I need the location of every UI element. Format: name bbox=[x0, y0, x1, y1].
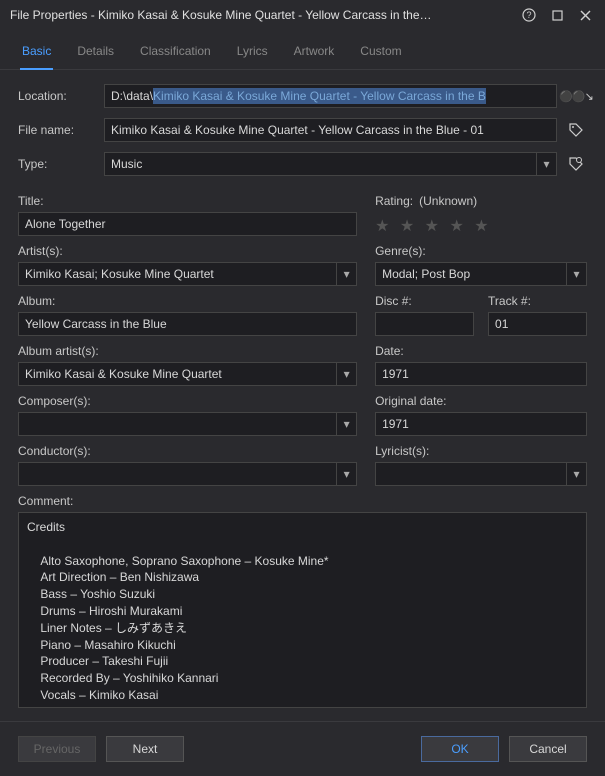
genres-input[interactable] bbox=[375, 262, 567, 286]
tab-artwork[interactable]: Artwork bbox=[292, 38, 337, 69]
album-label: Album: bbox=[18, 294, 357, 308]
conductors-input[interactable] bbox=[18, 462, 337, 486]
comment-label: Comment: bbox=[18, 494, 587, 508]
maximize-icon[interactable] bbox=[543, 3, 571, 27]
comment-textarea[interactable] bbox=[18, 512, 587, 708]
tab-custom[interactable]: Custom bbox=[358, 38, 403, 69]
svg-text:?: ? bbox=[526, 10, 531, 20]
lyricists-label: Lyricist(s): bbox=[375, 444, 587, 458]
composers-input[interactable] bbox=[18, 412, 337, 436]
album-artists-input[interactable] bbox=[18, 362, 337, 386]
help-icon[interactable]: ? bbox=[515, 3, 543, 27]
album-input[interactable] bbox=[18, 312, 357, 336]
rating-label: Rating: bbox=[375, 194, 413, 208]
tag-icon[interactable] bbox=[565, 119, 587, 141]
footer: Previous Next OK Cancel bbox=[0, 721, 605, 776]
title-label: Title: bbox=[18, 194, 357, 208]
conductors-combo[interactable]: ▾ bbox=[18, 462, 357, 486]
comment-section: Comment: bbox=[0, 494, 605, 711]
genres-combo[interactable]: ▾ bbox=[375, 262, 587, 286]
location-selected: Kimiko Kasai & Kosuke Mine Quartet - Yel… bbox=[153, 88, 486, 104]
album-artists-combo[interactable]: ▾ bbox=[18, 362, 357, 386]
album-artists-label: Album artist(s): bbox=[18, 344, 357, 358]
chevron-down-icon[interactable]: ▾ bbox=[567, 462, 587, 486]
original-date-label: Original date: bbox=[375, 394, 587, 408]
track-no-input[interactable] bbox=[488, 312, 587, 336]
cancel-button[interactable]: Cancel bbox=[509, 736, 587, 762]
location-prefix: D:\data\ bbox=[111, 89, 153, 103]
tab-details[interactable]: Details bbox=[75, 38, 116, 69]
composers-label: Composer(s): bbox=[18, 394, 357, 408]
tab-basic[interactable]: Basic bbox=[20, 38, 53, 70]
chevron-down-icon[interactable]: ▾ bbox=[337, 412, 357, 436]
close-icon[interactable] bbox=[571, 3, 599, 27]
type-combo[interactable]: ▾ bbox=[104, 152, 557, 176]
chevron-down-icon[interactable]: ▾ bbox=[337, 462, 357, 486]
filename-label: File name: bbox=[18, 123, 96, 137]
tag-settings-icon[interactable] bbox=[565, 153, 587, 175]
chevron-down-icon[interactable]: ▾ bbox=[337, 362, 357, 386]
titlebar: File Properties - Kimiko Kasai & Kosuke … bbox=[0, 0, 605, 30]
window-title: File Properties - Kimiko Kasai & Kosuke … bbox=[10, 8, 515, 22]
artists-label: Artist(s): bbox=[18, 244, 357, 258]
type-label: Type: bbox=[18, 157, 96, 171]
composers-combo[interactable]: ▾ bbox=[18, 412, 357, 436]
filename-input[interactable] bbox=[104, 118, 557, 142]
date-input[interactable] bbox=[375, 362, 587, 386]
ok-button[interactable]: OK bbox=[421, 736, 499, 762]
chevron-down-icon[interactable]: ▾ bbox=[567, 262, 587, 286]
tab-bar: Basic Details Classification Lyrics Artw… bbox=[0, 30, 605, 70]
disc-no-label: Disc #: bbox=[375, 294, 474, 308]
title-input[interactable] bbox=[18, 212, 357, 236]
rating-stars[interactable]: ★ ★ ★ ★ ★ bbox=[375, 216, 587, 236]
conductors-label: Conductor(s): bbox=[18, 444, 357, 458]
artists-combo[interactable]: ▾ bbox=[18, 262, 357, 286]
location-label: Location: bbox=[18, 89, 96, 103]
top-form: Location: D:\data\Kimiko Kasai & Kosuke … bbox=[0, 70, 605, 194]
track-no-label: Track #: bbox=[488, 294, 587, 308]
tab-lyrics[interactable]: Lyrics bbox=[235, 38, 270, 69]
type-input[interactable] bbox=[104, 152, 537, 176]
original-date-input[interactable] bbox=[375, 412, 587, 436]
next-button[interactable]: Next bbox=[106, 736, 184, 762]
right-column: Rating: (Unknown) ★ ★ ★ ★ ★ Genre(s): ▾ … bbox=[375, 194, 587, 494]
previous-button: Previous bbox=[18, 736, 96, 762]
lyricists-combo[interactable]: ▾ bbox=[375, 462, 587, 486]
location-field-wrap: D:\data\Kimiko Kasai & Kosuke Mine Quart… bbox=[104, 84, 557, 108]
chevron-down-icon[interactable]: ▾ bbox=[537, 152, 557, 176]
browse-icon[interactable]: ⚫⚫↘ bbox=[565, 85, 587, 107]
tab-classification[interactable]: Classification bbox=[138, 38, 213, 69]
disc-no-input[interactable] bbox=[375, 312, 474, 336]
chevron-down-icon[interactable]: ▾ bbox=[337, 262, 357, 286]
genres-label: Genre(s): bbox=[375, 244, 587, 258]
rating-value: (Unknown) bbox=[419, 194, 477, 208]
date-label: Date: bbox=[375, 344, 587, 358]
artists-input[interactable] bbox=[18, 262, 337, 286]
location-input[interactable]: D:\data\Kimiko Kasai & Kosuke Mine Quart… bbox=[104, 84, 557, 108]
columns: Title: Artist(s): ▾ Album: Album artist(… bbox=[0, 194, 605, 494]
lyricists-input[interactable] bbox=[375, 462, 567, 486]
left-column: Title: Artist(s): ▾ Album: Album artist(… bbox=[18, 194, 357, 494]
